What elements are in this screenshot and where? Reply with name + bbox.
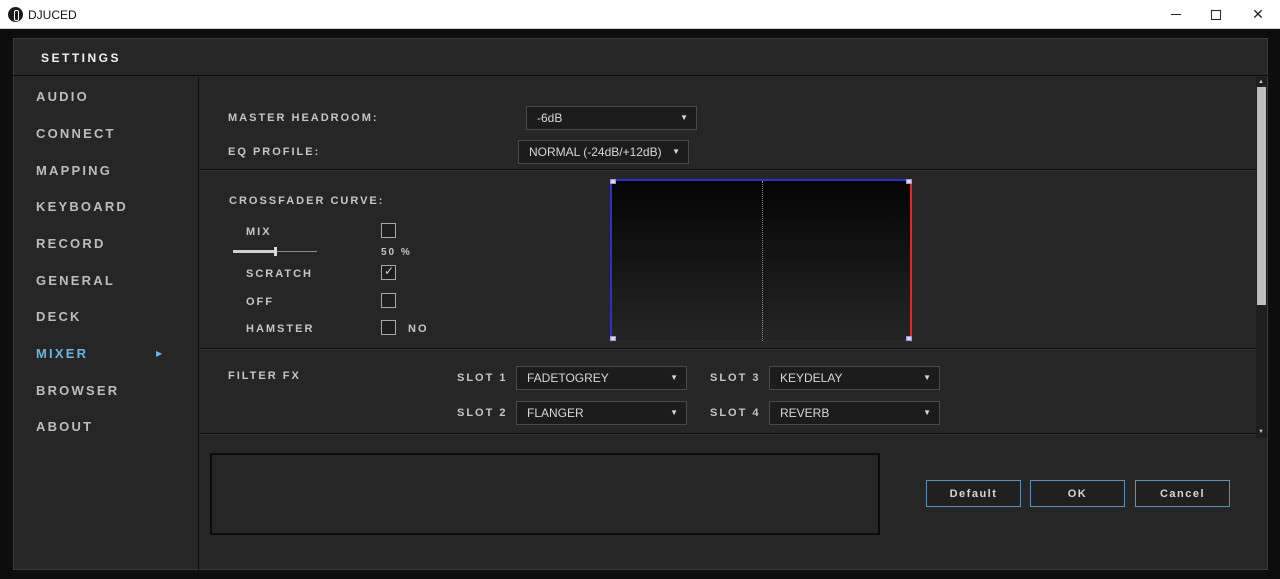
settings-header: SETTINGS: [13, 38, 1268, 76]
curve-handle-top-right[interactable]: [906, 179, 912, 184]
mix-checkbox[interactable]: [381, 223, 396, 238]
section-divider: [200, 169, 1256, 171]
maximize-icon: [1211, 9, 1221, 20]
scroll-down-icon[interactable]: ▼: [1258, 429, 1264, 435]
window-titlebar: DJUCED ✕: [0, 0, 1280, 29]
curve-handle-bottom-right[interactable]: [906, 336, 912, 341]
slot-1-dropdown[interactable]: FADETOGREY ▼: [516, 366, 687, 390]
curve-center-line: [762, 181, 763, 341]
slot-3-label: SLOT 3: [710, 372, 761, 384]
sidebar-item-about[interactable]: ABOUT: [36, 419, 93, 434]
default-button[interactable]: Default: [926, 480, 1021, 507]
chevron-right-icon: ▶: [156, 349, 163, 358]
slider-thumb[interactable]: [274, 247, 277, 256]
off-checkbox[interactable]: [381, 293, 396, 308]
crossfader-curve-graph[interactable]: [610, 179, 912, 342]
master-headroom-value: -6dB: [537, 111, 563, 125]
scrollbar-thumb[interactable]: [1257, 87, 1266, 305]
slot-1-value: FADETOGREY: [527, 371, 609, 385]
hamster-checkbox[interactable]: [381, 320, 396, 335]
slot-2-dropdown[interactable]: FLANGER ▼: [516, 401, 687, 425]
sidebar-item-record[interactable]: RECORD: [36, 236, 106, 251]
sidebar-item-keyboard[interactable]: KEYBOARD: [36, 199, 128, 214]
scratch-label: SCRATCH: [246, 268, 313, 280]
minimize-icon: [1171, 14, 1181, 15]
dropdown-arrow-icon: ▼: [680, 113, 688, 122]
slider-fill: [233, 250, 275, 253]
dropdown-arrow-icon: ▼: [672, 147, 680, 156]
hamster-label: HAMSTER: [246, 323, 315, 335]
off-label: OFF: [246, 296, 274, 308]
dropdown-arrow-icon: ▼: [923, 408, 931, 417]
section-divider: [200, 433, 1256, 435]
crossfader-slider[interactable]: [233, 247, 317, 256]
curve-handle-top-left[interactable]: [610, 179, 616, 184]
sidebar-item-mapping[interactable]: MAPPING: [36, 163, 112, 178]
slot-3-value: KEYDELAY: [780, 371, 843, 385]
sidebar-item-connect[interactable]: CONNECT: [36, 126, 116, 141]
scroll-up-icon[interactable]: ▲: [1258, 79, 1264, 85]
info-panel: [210, 453, 880, 535]
ok-button[interactable]: OK: [1030, 480, 1125, 507]
slot-4-value: REVERB: [780, 406, 830, 420]
close-button[interactable]: ✕: [1236, 0, 1280, 29]
curve-handle-bottom-left[interactable]: [610, 336, 616, 341]
slot-2-label: SLOT 2: [457, 407, 508, 419]
hamster-state: NO: [408, 323, 429, 335]
eq-profile-dropdown[interactable]: NORMAL (-24dB/+12dB) ▼: [518, 140, 689, 164]
app-logo-icon: [8, 7, 23, 22]
slot-3-dropdown[interactable]: KEYDELAY ▼: [769, 366, 940, 390]
maximize-button[interactable]: [1194, 0, 1238, 29]
sidebar-item-general[interactable]: GENERAL: [36, 273, 115, 288]
dropdown-arrow-icon: ▼: [670, 408, 678, 417]
slot-4-label: SLOT 4: [710, 407, 761, 419]
master-headroom-label: MASTER HEADROOM:: [228, 112, 379, 124]
dropdown-arrow-icon: ▼: [923, 373, 931, 382]
slider-unit: %: [400, 247, 412, 258]
window-title: DJUCED: [28, 8, 77, 22]
close-icon: ✕: [1252, 6, 1264, 22]
sidebar-item-audio[interactable]: AUDIO: [36, 89, 89, 104]
settings-sidebar: AUDIO CONNECT MAPPING KEYBOARD RECORD GE…: [13, 77, 199, 570]
dropdown-arrow-icon: ▼: [670, 373, 678, 382]
sidebar-item-deck[interactable]: DECK: [36, 309, 82, 324]
cancel-button[interactable]: Cancel: [1135, 480, 1230, 507]
slot-4-dropdown[interactable]: REVERB ▼: [769, 401, 940, 425]
settings-title: SETTINGS: [41, 51, 122, 65]
eq-profile-value: NORMAL (-24dB/+12dB): [529, 145, 662, 159]
master-headroom-dropdown[interactable]: -6dB ▼: [526, 106, 697, 130]
filter-fx-label: FILTER FX: [228, 370, 301, 382]
slot-1-label: SLOT 1: [457, 372, 508, 384]
section-divider: [200, 348, 1256, 350]
sidebar-item-mixer[interactable]: MIXER: [36, 346, 88, 361]
crossfader-curve-label: CROSSFADER CURVE:: [229, 195, 385, 207]
checkmark-icon: ✓: [384, 264, 395, 278]
content-scrollbar[interactable]: ▲ ▼: [1256, 77, 1267, 438]
slot-2-value: FLANGER: [527, 406, 584, 420]
mix-label: MIX: [246, 226, 272, 238]
minimize-button[interactable]: [1154, 0, 1198, 29]
scratch-checkbox[interactable]: ✓: [381, 264, 396, 280]
sidebar-item-browser[interactable]: BROWSER: [36, 383, 119, 398]
slider-value: 50: [381, 247, 397, 258]
slider-value-readout: 50 %: [381, 247, 412, 258]
eq-profile-label: EQ PROFILE:: [228, 146, 321, 158]
